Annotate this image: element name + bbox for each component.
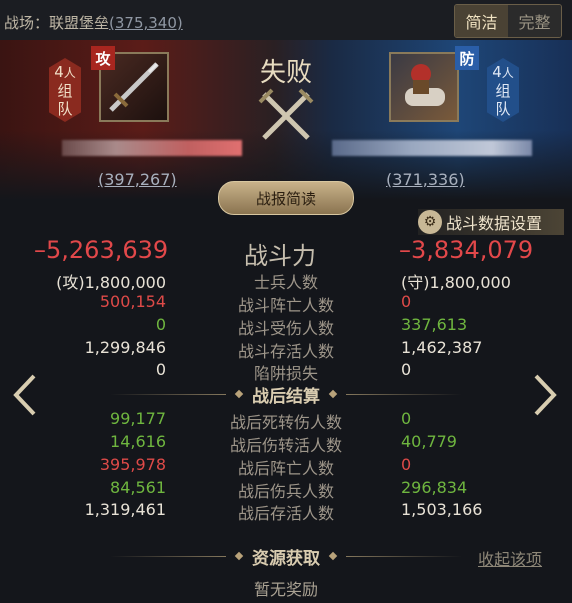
defender-avatar[interactable] <box>389 52 459 122</box>
after-row: 84,561 战后伤兵人数 296,834 <box>110 478 468 501</box>
stat-row: 500,154 战斗阵亡人数 0 <box>99 292 412 315</box>
attacker-power-change: –5,263,639 <box>34 236 169 264</box>
stat-row: (攻)1,800,000 士兵人数 (守)1,800,000 <box>56 273 511 292</box>
resource-title: 资源获取 <box>252 548 320 569</box>
attacker-group-badge: 4人 组 队 <box>49 58 81 122</box>
view-mode-toggle: 简洁 完整 <box>454 4 562 38</box>
tab-brief[interactable]: 简洁 <box>455 5 508 37</box>
resource-header: 资源获取 <box>110 542 462 570</box>
defender-power-change: –3,834,079 <box>399 236 534 264</box>
power-label: 战斗力 <box>244 242 316 270</box>
report-brief-button[interactable]: 战报简读 <box>218 181 354 215</box>
attacker-coord-link[interactable]: (397,267) <box>98 170 177 189</box>
battlefield-label: 战场：联盟堡垒 <box>4 14 110 32</box>
after-row: 14,616 战后伤转活人数 40,779 <box>110 432 457 455</box>
stat-row: 0 战斗受伤人数 337,613 <box>155 315 468 338</box>
battle-result: 失败 <box>259 58 312 88</box>
battlefield-coord-link[interactable]: (375,340) <box>109 14 183 32</box>
after-row: 1,319,461 战后存活人数 1,503,166 <box>84 500 483 523</box>
attacker-name-obscured <box>62 140 242 156</box>
crossed-swords-icon <box>258 88 314 140</box>
defender-coord-link[interactable]: (371,336) <box>386 170 465 189</box>
gear-icon: ⚙ <box>418 210 442 234</box>
horseman-icon <box>405 64 445 106</box>
stat-row: 1,299,846 战斗存活人数 1,462,387 <box>84 338 483 361</box>
collapse-link[interactable]: 收起该项 <box>478 546 542 570</box>
chevron-right-icon[interactable] <box>530 372 560 418</box>
battlefield-info: 战场：联盟堡垒(375,340) <box>4 12 183 33</box>
after-battle-header: 战后结算 <box>110 380 462 408</box>
top-bar: 战场：联盟堡垒(375,340) 简洁 完整 <box>0 0 572 40</box>
defender-name-obscured <box>332 140 532 156</box>
defense-badge: 防 <box>455 46 479 70</box>
tab-full[interactable]: 完整 <box>508 5 561 37</box>
no-reward-text: 暂无奖励 <box>253 580 318 599</box>
after-row: 99,177 战后死转伤人数 0 <box>110 409 412 432</box>
after-row: 395,978 战后阵亡人数 0 <box>99 455 412 478</box>
battle-data-settings-button[interactable]: ⚙ 战斗数据设置 <box>418 209 564 235</box>
after-battle-title: 战后结算 <box>252 386 320 407</box>
attack-badge: 攻 <box>91 46 115 70</box>
defender-group-badge: 4人 组 队 <box>487 58 519 122</box>
chevron-left-icon[interactable] <box>10 372 40 418</box>
settings-label: 战斗数据设置 <box>446 214 543 233</box>
